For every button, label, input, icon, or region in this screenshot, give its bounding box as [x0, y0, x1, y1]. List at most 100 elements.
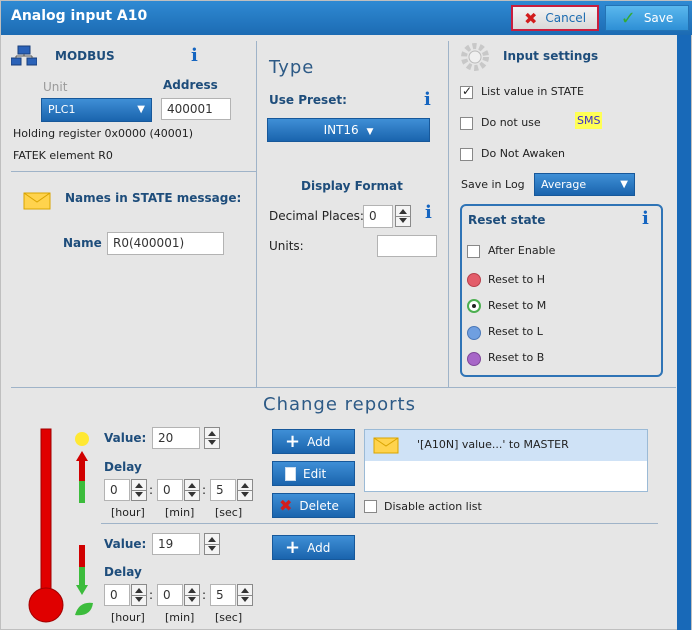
after-enable-checkbox[interactable]: [467, 245, 480, 258]
lower-add-button[interactable]: + Add: [272, 535, 355, 560]
divider: [11, 171, 256, 172]
units-input[interactable]: [377, 235, 437, 257]
save-in-log-value: Average: [541, 178, 587, 191]
upper-value-spinner[interactable]: [204, 427, 220, 449]
decimal-places-spinner[interactable]: [395, 205, 411, 227]
lower-delay-label: Delay: [104, 565, 142, 579]
window-title: Analog input A10: [11, 8, 148, 24]
sec-label: [sec]: [215, 506, 243, 519]
colon: :: [149, 588, 154, 602]
name-label: Name: [63, 236, 102, 250]
unit-select-value: PLC1: [48, 103, 76, 116]
scrollbar[interactable]: [677, 35, 691, 630]
delete-button[interactable]: ✖ Delete: [272, 493, 355, 518]
reset-m-radio[interactable]: [467, 299, 481, 313]
upper-sec-input[interactable]: 5: [210, 479, 236, 501]
upper-add-button[interactable]: + Add: [272, 429, 355, 454]
upper-min-spinner[interactable]: [184, 479, 200, 501]
colon: :: [149, 483, 154, 497]
chevron-down-icon: ▼: [137, 104, 145, 115]
info-icon[interactable]: i: [642, 208, 649, 229]
cancel-button[interactable]: ✖ Cancel: [511, 5, 599, 31]
upper-min-input[interactable]: 0: [157, 479, 183, 501]
title-bar: Analog input A10 ✖ Cancel ✓ Save: [1, 1, 692, 35]
plus-icon: +: [285, 430, 301, 452]
do-not-awaken-checkbox[interactable]: [460, 148, 473, 161]
dialog-window: Analog input A10 ✖ Cancel ✓ Save MODBUS …: [0, 0, 692, 630]
input-settings-title: Input settings: [503, 49, 599, 63]
upper-value-label: Value:: [104, 431, 147, 445]
divider: [101, 523, 658, 524]
hour-label: [hour]: [111, 611, 145, 624]
sec-label: [sec]: [215, 611, 243, 624]
action-item-text: '[A10N] value...' to MASTER: [417, 438, 569, 451]
display-format-label: Display Format: [301, 179, 403, 193]
use-preset-label: Use Preset:: [269, 93, 347, 107]
reset-m-label: Reset to M: [488, 299, 547, 312]
do-not-use-label: Do not use: [481, 116, 541, 129]
upper-sec-spinner[interactable]: [237, 479, 253, 501]
preset-select[interactable]: INT16 ▼: [267, 118, 430, 142]
reset-l-radio[interactable]: [467, 326, 481, 340]
divider: [448, 41, 449, 387]
lower-value-spinner[interactable]: [204, 533, 220, 555]
upper-hour-spinner[interactable]: [131, 479, 147, 501]
save-in-log-label: Save in Log: [461, 178, 525, 191]
do-not-use-checkbox[interactable]: [460, 117, 473, 130]
reset-h-label: Reset to H: [488, 273, 546, 286]
lower-min-input[interactable]: 0: [157, 584, 183, 606]
upper-value-input[interactable]: 20: [152, 427, 200, 449]
save-button[interactable]: ✓ Save: [605, 5, 689, 31]
do-not-awaken-label: Do Not Awaken: [481, 147, 565, 160]
delete-icon: ✖: [279, 496, 293, 515]
colon: :: [202, 483, 207, 497]
reset-state-title: Reset state: [468, 213, 546, 227]
save-in-log-select[interactable]: Average ▼: [534, 173, 635, 196]
unit-label: Unit: [43, 80, 68, 94]
hour-label: [hour]: [111, 506, 145, 519]
names-title: Names in STATE message:: [65, 191, 242, 205]
lower-min-spinner[interactable]: [184, 584, 200, 606]
disable-action-list-checkbox[interactable]: [364, 500, 377, 513]
sms-badge: SMS: [575, 112, 603, 129]
lower-value-input[interactable]: 19: [152, 533, 200, 555]
lower-sec-input[interactable]: 5: [210, 584, 236, 606]
delete-label: Delete: [299, 498, 339, 513]
upper-hour-input[interactable]: 0: [104, 479, 130, 501]
lower-sec-spinner[interactable]: [237, 584, 253, 606]
address-input[interactable]: 400001: [161, 98, 231, 120]
lower-hour-spinner[interactable]: [131, 584, 147, 606]
plus-icon: +: [285, 536, 301, 558]
lower-hour-input[interactable]: 0: [104, 584, 130, 606]
reset-h-radio[interactable]: [467, 273, 481, 287]
envelope-icon: [23, 192, 51, 210]
divider: [256, 41, 257, 387]
lower-value-label: Value:: [104, 537, 147, 551]
save-label: Save: [643, 11, 674, 25]
unit-select[interactable]: PLC1 ▼: [41, 98, 152, 122]
decimal-places-input[interactable]: 0: [363, 205, 393, 228]
type-title: Type: [269, 57, 315, 78]
list-value-checkbox[interactable]: [460, 84, 473, 99]
info-icon[interactable]: i: [191, 45, 198, 66]
edit-label: Edit: [303, 466, 327, 481]
divider: [11, 387, 676, 388]
add-label: Add: [307, 434, 331, 449]
reset-b-radio[interactable]: [467, 352, 481, 366]
envelope-icon: [373, 437, 399, 454]
action-list[interactable]: '[A10N] value...' to MASTER: [364, 429, 648, 492]
change-reports-title: Change reports: [263, 394, 416, 415]
document-icon: [285, 466, 296, 481]
modbus-title: MODBUS: [55, 49, 115, 63]
chevron-down-icon: ▼: [366, 127, 374, 137]
gear-icon: [461, 43, 489, 71]
name-input[interactable]: R0(400001): [107, 232, 224, 255]
preset-select-value: INT16: [323, 123, 359, 137]
list-item[interactable]: '[A10N] value...' to MASTER: [365, 430, 647, 461]
address-label: Address: [163, 78, 218, 92]
units-label: Units:: [269, 239, 304, 253]
reset-l-label: Reset to L: [488, 325, 543, 338]
info-icon[interactable]: i: [425, 202, 432, 223]
edit-button[interactable]: Edit: [272, 461, 355, 486]
info-icon[interactable]: i: [424, 89, 431, 110]
